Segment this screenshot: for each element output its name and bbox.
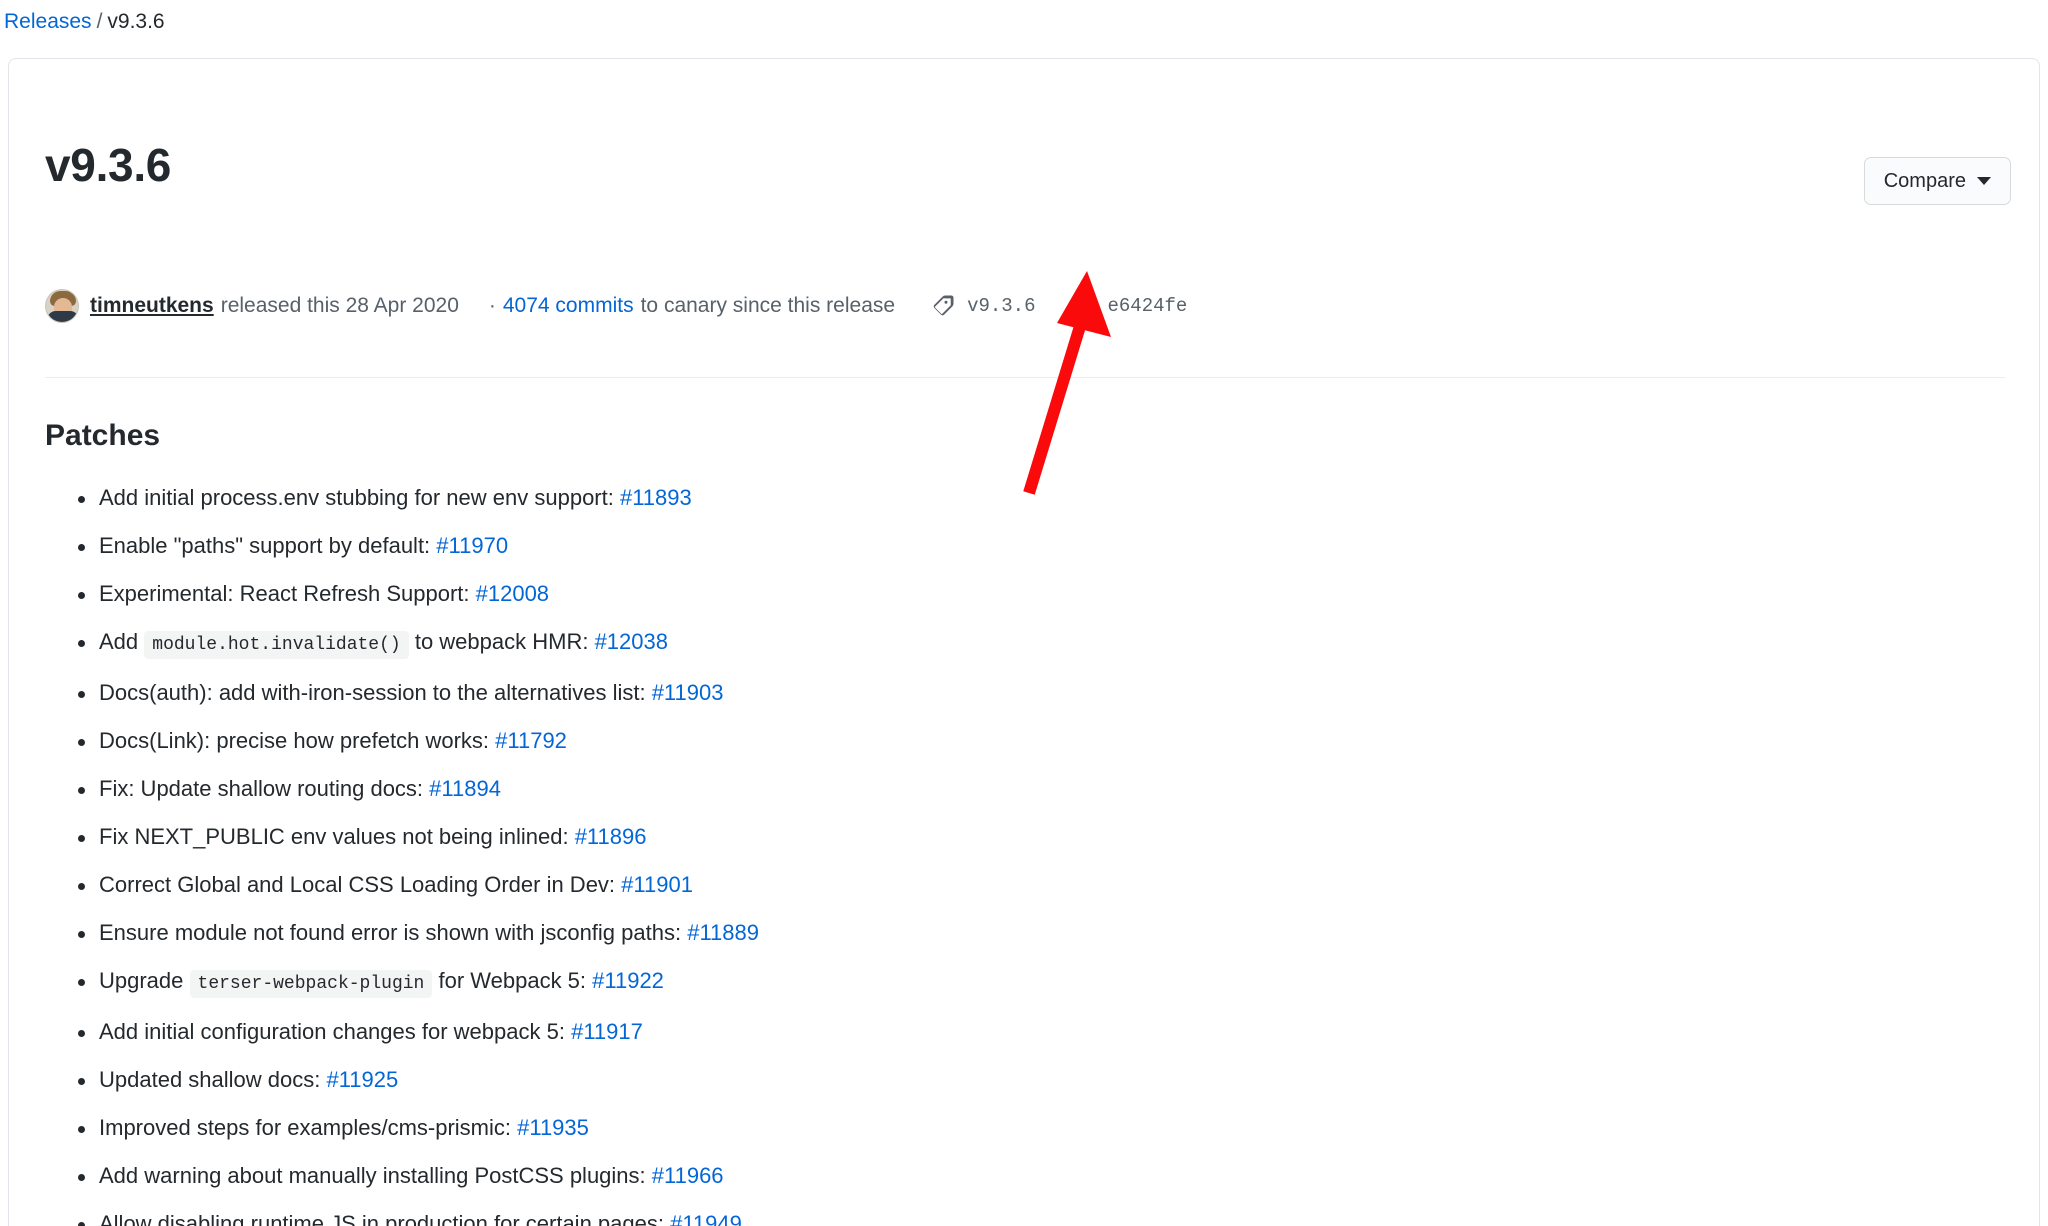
pr-link[interactable]: #11917 bbox=[571, 1019, 643, 1044]
list-item-text: Correct Global and Local CSS Loading Ord… bbox=[99, 872, 622, 897]
list-item: Add warning about manually installing Po… bbox=[45, 1159, 1945, 1193]
pr-link[interactable]: #11970 bbox=[436, 533, 508, 558]
list-item: Experimental: React Refresh Support: #12… bbox=[45, 577, 1945, 611]
list-item-text: Ensure module not found error is shown w… bbox=[99, 920, 688, 945]
commit-icon bbox=[1071, 294, 1096, 318]
commit-meta[interactable]: e6424fe bbox=[1071, 292, 1187, 320]
list-item: Allow disabling runtime JS in production… bbox=[45, 1207, 1945, 1226]
release-date-text: released this 28 Apr 2020 bbox=[220, 294, 459, 317]
breadcrumb-separator: / bbox=[96, 10, 103, 33]
list-item-text: Fix: Update shallow routing docs: bbox=[99, 776, 430, 801]
tag-meta[interactable]: v9.3.6 bbox=[931, 292, 1035, 320]
list-item: Add initial process.env stubbing for new… bbox=[45, 481, 1945, 515]
list-item-text: Upgrade bbox=[99, 968, 190, 993]
list-item: Updated shallow docs: #11925 bbox=[45, 1063, 1945, 1097]
inline-code: module.hot.invalidate() bbox=[144, 631, 409, 659]
tag-icon bbox=[931, 294, 955, 318]
pr-link[interactable]: #11966 bbox=[652, 1163, 724, 1188]
list-item-text: Add initial configuration changes for we… bbox=[99, 1019, 572, 1044]
list-item-text: Experimental: React Refresh Support: bbox=[99, 581, 476, 606]
pr-link[interactable]: #11893 bbox=[620, 485, 692, 510]
list-item: Ensure module not found error is shown w… bbox=[45, 916, 1945, 950]
list-item-text: Docs(Link): precise how prefetch works: bbox=[99, 728, 496, 753]
list-item: Fix NEXT_PUBLIC env values not being inl… bbox=[45, 820, 1945, 854]
commits-tail-text: to canary since this release bbox=[640, 294, 896, 317]
release-page: Releases / v9.3.6 v9.3.6 Compare timneutke… bbox=[0, 0, 2048, 1226]
list-item-text: Docs(auth): add with-iron-session to the… bbox=[99, 680, 652, 705]
pr-link[interactable]: #11949 bbox=[670, 1211, 742, 1226]
commits-link[interactable]: 4074 commits bbox=[503, 292, 634, 320]
list-item-text: Add bbox=[99, 629, 145, 654]
pr-link[interactable]: #12008 bbox=[476, 581, 549, 606]
list-item: Docs(auth): add with-iron-session to the… bbox=[45, 676, 1945, 710]
inline-code: terser-webpack-plugin bbox=[189, 970, 433, 998]
list-item: Correct Global and Local CSS Loading Ord… bbox=[45, 868, 1945, 902]
pr-link[interactable]: #12038 bbox=[595, 629, 668, 654]
breadcrumb-releases-link[interactable]: Releases bbox=[4, 10, 92, 33]
pr-link[interactable]: #11901 bbox=[621, 872, 693, 897]
compare-button-label: Compare bbox=[1883, 170, 1966, 192]
breadcrumb-current: v9.3.6 bbox=[107, 10, 165, 33]
list-item: Docs(Link): precise how prefetch works: … bbox=[45, 724, 1945, 758]
list-item-text: Allow disabling runtime JS in production… bbox=[99, 1211, 671, 1226]
pr-link[interactable]: #11903 bbox=[652, 680, 724, 705]
meta-divider bbox=[45, 377, 2005, 378]
list-item: Add initial configuration changes for we… bbox=[45, 1015, 1945, 1049]
list-item: Fix: Update shallow routing docs: #11894 bbox=[45, 772, 1945, 806]
pr-link[interactable]: #11889 bbox=[687, 920, 759, 945]
author-link[interactable]: timneutkens bbox=[90, 292, 214, 320]
meta-separator-dot: · bbox=[488, 294, 496, 317]
release-title: v9.3.6 bbox=[45, 139, 172, 191]
release-meta-row: timneutkens released this 28 Apr 2020 · … bbox=[45, 289, 1187, 323]
list-item-text-after: for Webpack 5: bbox=[432, 968, 593, 993]
compare-button[interactable]: Compare bbox=[1863, 157, 2011, 205]
breadcrumb: Releases / v9.3.6 bbox=[4, 9, 165, 35]
section-heading-patches: Patches bbox=[45, 419, 161, 452]
list-item-text: Add initial process.env stubbing for new… bbox=[99, 485, 620, 510]
list-item: Enable "paths" support by default: #1197… bbox=[45, 529, 1945, 563]
tag-name: v9.3.6 bbox=[967, 295, 1036, 317]
list-item-text: Improved steps for examples/cms-prismic: bbox=[99, 1115, 518, 1140]
commit-sha: e6424fe bbox=[1107, 295, 1188, 317]
pr-link[interactable]: #11922 bbox=[592, 968, 664, 993]
pr-link[interactable]: #11896 bbox=[575, 824, 647, 849]
avatar[interactable] bbox=[45, 289, 79, 323]
list-item: Add module.hot.invalidate() to webpack H… bbox=[45, 625, 1945, 662]
pr-link[interactable]: #11894 bbox=[429, 776, 501, 801]
list-item-text: Fix NEXT_PUBLIC env values not being inl… bbox=[99, 824, 575, 849]
list-item-text: Add warning about manually installing Po… bbox=[99, 1163, 652, 1188]
pr-link[interactable]: #11792 bbox=[495, 728, 567, 753]
list-item: Upgrade terser-webpack-plugin for Webpac… bbox=[45, 964, 1945, 1001]
list-item: Improved steps for examples/cms-prismic:… bbox=[45, 1111, 1945, 1145]
list-item-text: Enable "paths" support by default: bbox=[99, 533, 437, 558]
pr-link[interactable]: #11925 bbox=[326, 1067, 398, 1092]
patch-list: Add initial process.env stubbing for new… bbox=[45, 481, 1945, 1226]
release-card: v9.3.6 Compare timneutkens released this… bbox=[8, 58, 2040, 1226]
list-item-text: Updated shallow docs: bbox=[99, 1067, 327, 1092]
list-item-text-after: to webpack HMR: bbox=[408, 629, 595, 654]
pr-link[interactable]: #11935 bbox=[517, 1115, 589, 1140]
chevron-down-icon bbox=[1977, 177, 1991, 185]
